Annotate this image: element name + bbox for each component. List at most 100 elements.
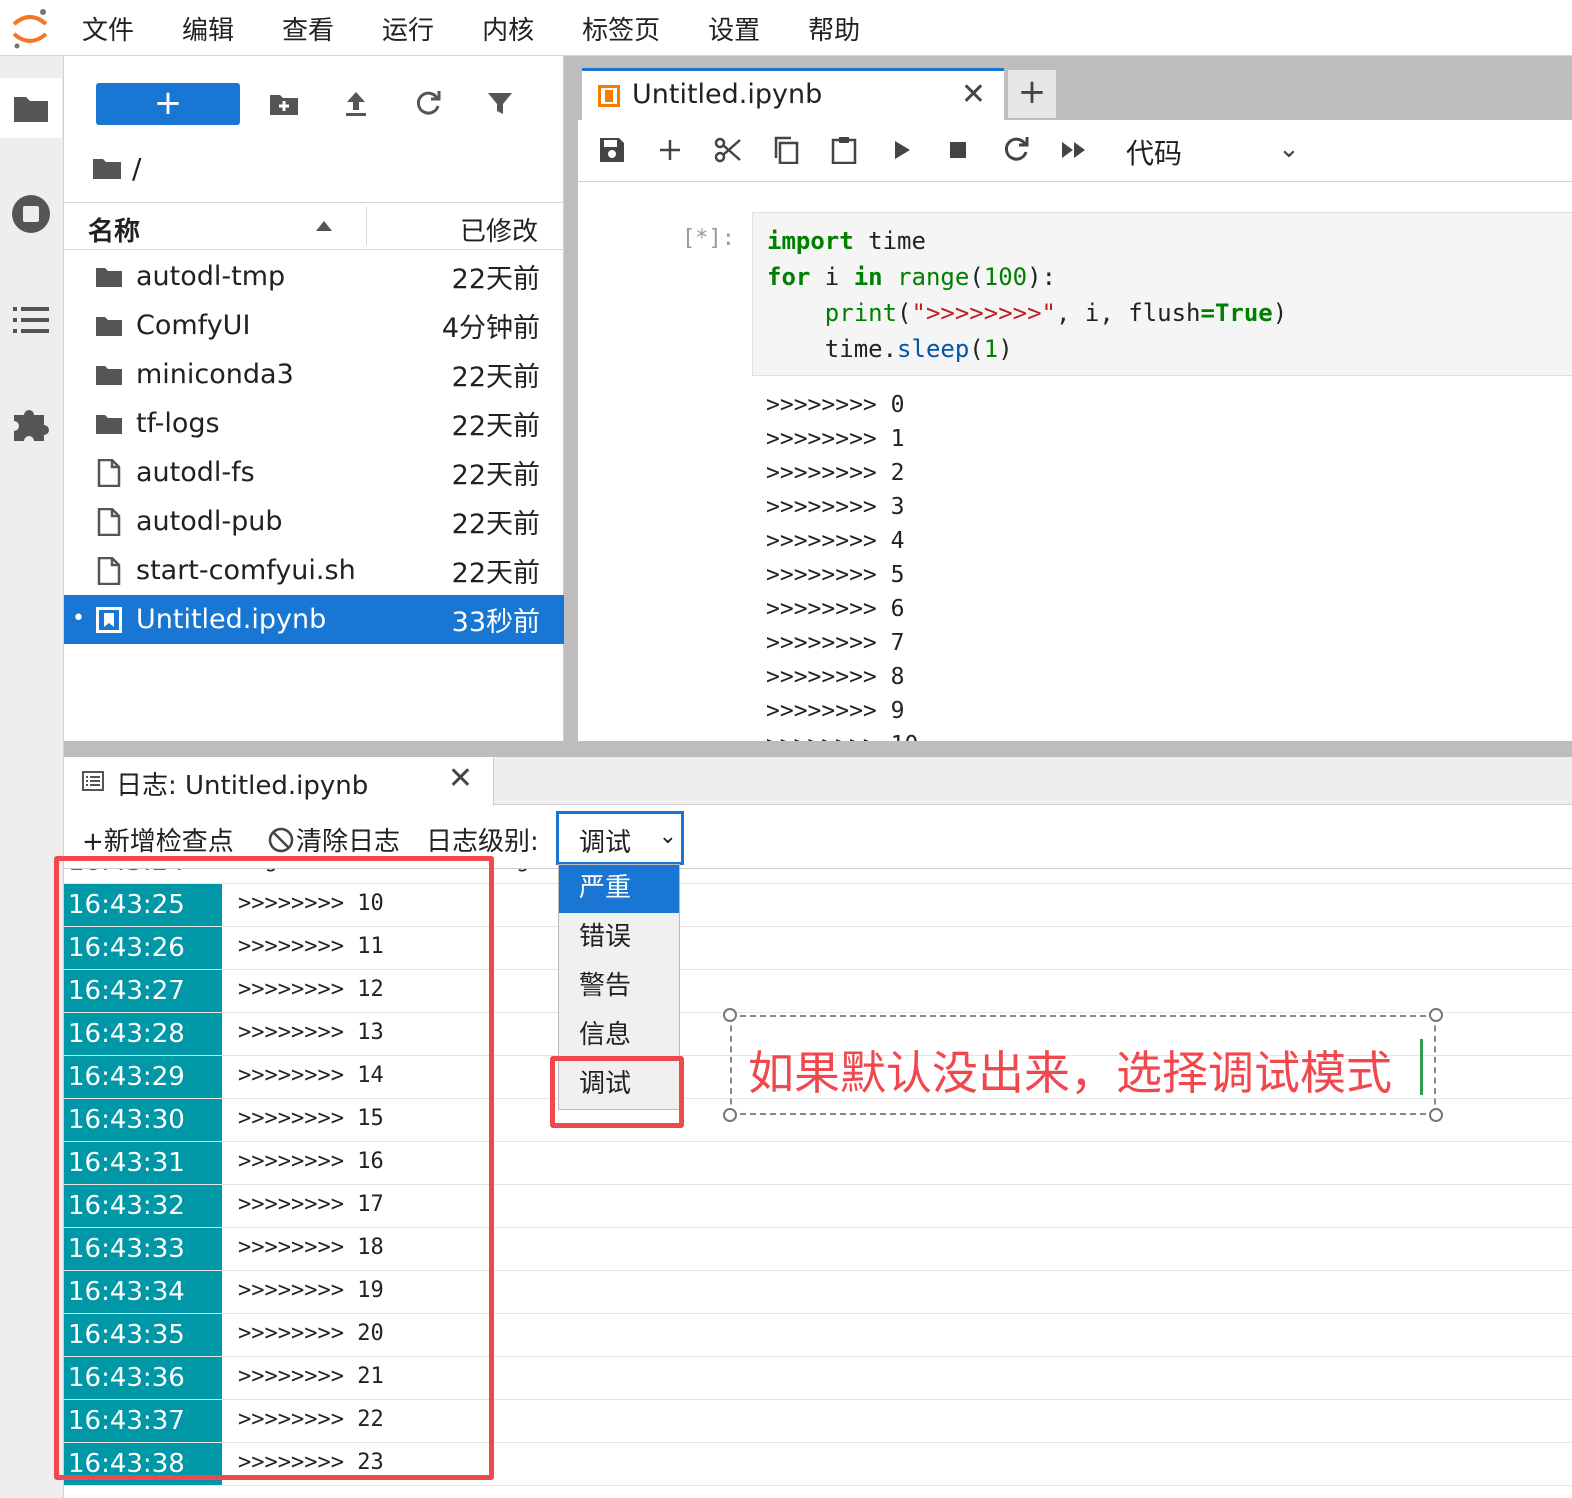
file-row[interactable]: tf-logs 22天前 xyxy=(64,399,564,448)
file-row[interactable]: autodl-fs 22天前 xyxy=(64,448,564,497)
log-level-option[interactable]: 严重 xyxy=(559,865,679,913)
file-row[interactable]: • Untitled.ipynb 33秒前 xyxy=(64,595,564,644)
menu-item[interactable]: 编辑 xyxy=(158,10,258,47)
copy-icon[interactable] xyxy=(764,128,808,172)
file-row[interactable]: autodl-pub 22天前 xyxy=(64,497,564,546)
add-checkpoint-button[interactable]: +新增检查点 xyxy=(82,821,234,858)
output-line: >>>>>>>> 6 xyxy=(766,596,905,622)
save-icon[interactable] xyxy=(590,128,634,172)
new-folder-icon[interactable] xyxy=(262,82,306,126)
paste-icon[interactable] xyxy=(822,128,866,172)
folder-icon xyxy=(94,409,124,439)
output-line: >>>>>>>> 8 xyxy=(766,664,905,690)
code-cell-input[interactable]: import time for i in range(100): print("… xyxy=(752,212,1572,376)
breadcrumb-root[interactable]: / xyxy=(132,152,141,185)
file-name: autodl-tmp xyxy=(136,261,286,292)
file-modified: 22天前 xyxy=(451,411,540,442)
column-header-modified[interactable]: 已修改 xyxy=(460,211,538,248)
output-line: >>>>>>>> 7 xyxy=(766,630,905,656)
sort-ascending-icon[interactable] xyxy=(316,221,332,231)
log-tab-label: 日志: Untitled.ipynb xyxy=(116,771,369,801)
file-modified: 22天前 xyxy=(451,558,540,589)
vertical-splitter[interactable] xyxy=(564,56,578,754)
file-list: autodl-tmp 22天前 ComfyUI 4分钟前 miniconda3 22天前 t… xyxy=(64,252,564,644)
file-name: start-comfyui.sh xyxy=(136,555,356,586)
output-line: >>>>>>>> 9 xyxy=(766,698,905,724)
stop-icon[interactable] xyxy=(936,128,980,172)
resize-handle[interactable] xyxy=(723,1008,737,1022)
close-icon[interactable]: ✕ xyxy=(961,77,986,112)
running-indicator-dot: • xyxy=(72,606,85,631)
breadcrumb[interactable]: / xyxy=(92,148,141,188)
notebook-toolbar: 代码 ⌄ xyxy=(578,120,1572,182)
clear-log-button[interactable]: 清除日志 xyxy=(268,821,400,858)
log-level-option[interactable]: 警告 xyxy=(559,963,679,1011)
resize-handle[interactable] xyxy=(1429,1108,1443,1122)
chevron-down-icon[interactable]: ⌄ xyxy=(1278,134,1300,164)
annotation-textbox: 如果默认没出来，选择调试模式 xyxy=(723,1008,1443,1122)
output-line: >>>>>>>> 3 xyxy=(766,494,905,520)
menu-item[interactable]: 帮助 xyxy=(784,10,884,47)
resize-handle[interactable] xyxy=(1429,1008,1443,1022)
column-separator[interactable] xyxy=(366,207,367,245)
log-level-option[interactable]: 信息 xyxy=(559,1012,679,1060)
file-name: autodl-pub xyxy=(136,506,283,537)
run-icon[interactable] xyxy=(880,128,924,172)
output-line: >>>>>>>> 1 xyxy=(766,426,905,452)
upload-icon[interactable] xyxy=(334,82,378,126)
close-icon[interactable]: ✕ xyxy=(448,761,473,796)
extension-puzzle-icon[interactable] xyxy=(0,394,62,454)
output-line: >>>>>>>> 0 xyxy=(766,392,905,418)
insert-cell-icon[interactable] xyxy=(648,128,692,172)
menu-item[interactable]: 文件 xyxy=(58,10,158,47)
clear-log-label: 清除日志 xyxy=(296,827,401,857)
running-kernels-icon[interactable] xyxy=(0,184,62,244)
new-tab-button[interactable]: + xyxy=(1008,70,1056,118)
log-level-label: 日志级别: xyxy=(426,827,539,857)
tab-log-console[interactable]: 日志: Untitled.ipynb ✕ xyxy=(64,757,494,806)
file-browser-folder-icon[interactable] xyxy=(0,78,62,138)
menu-item[interactable]: 运行 xyxy=(358,10,458,47)
log-tab-bar: 日志: Untitled.ipynb ✕ xyxy=(64,757,1572,806)
file-name: tf-logs xyxy=(136,408,220,439)
code-editor[interactable]: import time for i in range(100): print("… xyxy=(767,223,1287,367)
file-modified: 22天前 xyxy=(451,460,540,491)
table-of-contents-icon[interactable] xyxy=(0,290,62,350)
file-row[interactable]: autodl-tmp 22天前 xyxy=(64,252,564,301)
tab-untitled-ipynb[interactable]: Untitled.ipynb ✕ xyxy=(582,68,1004,120)
file-modified: 22天前 xyxy=(451,362,540,393)
log-level-select[interactable]: 调试 ⌄ xyxy=(556,811,684,865)
menu-item[interactable]: 内核 xyxy=(458,10,558,47)
file-modified: 33秒前 xyxy=(451,607,540,638)
annotation-text: 如果默认没出来，选择调试模式 xyxy=(748,1046,1392,1100)
refresh-icon[interactable] xyxy=(406,82,450,126)
output-line: >>>>>>>> 10 xyxy=(766,728,1566,741)
log-level-value: 调试 xyxy=(579,828,632,858)
file-name: autodl-fs xyxy=(136,457,255,488)
file-modified: 22天前 xyxy=(451,509,540,540)
notebook-panel: Untitled.ipynb ✕ + 代码 ⌄ [*]: import time… xyxy=(578,56,1572,741)
filter-icon[interactable] xyxy=(478,82,522,126)
output-line: >>>>>>>> 5 xyxy=(766,562,905,588)
column-header-name[interactable]: 名称 xyxy=(88,211,140,248)
menu-item[interactable]: 查看 xyxy=(258,10,358,47)
cut-icon[interactable] xyxy=(706,128,750,172)
log-level-option[interactable]: 错误 xyxy=(559,914,679,962)
restart-kernel-icon[interactable] xyxy=(994,128,1038,172)
horizontal-splitter[interactable] xyxy=(64,741,1572,757)
new-launcher-button[interactable]: + xyxy=(96,83,240,125)
menu-item[interactable]: 标签页 xyxy=(558,10,684,47)
file-name: ComfyUI xyxy=(136,310,251,341)
cell-type-select[interactable]: 代码 xyxy=(1126,132,1182,172)
resize-handle[interactable] xyxy=(723,1108,737,1122)
file-list-header: 名称 已修改 xyxy=(64,202,564,250)
file-row[interactable]: miniconda3 22天前 xyxy=(64,350,564,399)
restart-run-all-icon[interactable] xyxy=(1052,128,1096,172)
menu-item[interactable]: 设置 xyxy=(684,10,784,47)
folder-icon xyxy=(94,311,124,341)
output-line: >>>>>>>> 2 xyxy=(766,460,905,486)
file-row[interactable]: start-comfyui.sh 22天前 xyxy=(64,546,564,595)
folder-icon xyxy=(94,262,124,292)
file-modified: 22天前 xyxy=(451,264,540,295)
file-row[interactable]: ComfyUI 4分钟前 xyxy=(64,301,564,350)
